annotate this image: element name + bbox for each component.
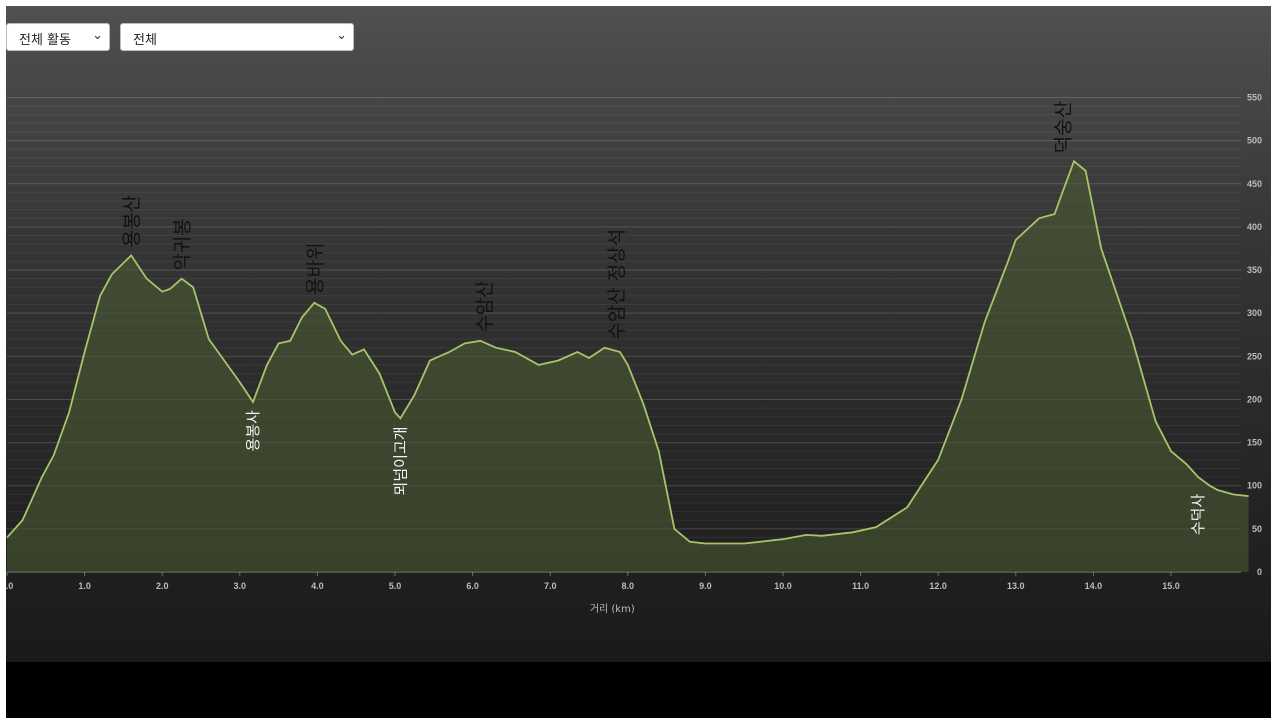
chart-frame: 전체 활동 ⌄ 전체 ⌄ 용봉산 악귀봉 용바위 수암산 수암산 정상석 덕숭산 용봉사 뫼넘… <box>6 6 1271 718</box>
y-axis-ticks: 0 50 100 150 200 250 300 350 400 450 500 550 <box>1247 93 1262 578</box>
y-tick-label: 200 <box>1247 394 1262 404</box>
x-tick-label: 13.0 <box>1007 581 1025 591</box>
x-tick-label: 12.0 <box>929 581 947 591</box>
valley-label: 용봉사 <box>244 410 262 452</box>
y-tick-label: 550 <box>1247 93 1262 103</box>
peak-label: 덕숭산 <box>1052 101 1074 153</box>
x-axis-ticks: 0.0 1.0 2.0 3.0 4.0 5.0 6.0 7.0 8.0 9.0 10.0 11.0 12… <box>6 572 1180 591</box>
peak-label: 용봉산 <box>121 195 143 247</box>
y-tick-label: 400 <box>1247 222 1262 232</box>
peak-label: 수암산 정상석 <box>606 229 628 340</box>
peak-label: 수암산 <box>474 280 496 332</box>
x-tick-label: 2.0 <box>156 581 169 591</box>
y-tick-label: 150 <box>1247 438 1262 448</box>
y-tick-label: 450 <box>1247 179 1262 189</box>
x-tick-label: 7.0 <box>544 581 557 591</box>
x-tick-label: 9.0 <box>699 581 712 591</box>
peak-label: 용바위 <box>304 242 326 294</box>
x-axis-title: 거리 (km) <box>590 603 635 615</box>
x-tick-label: 10.0 <box>774 581 792 591</box>
x-tick-label: 8.0 <box>622 581 635 591</box>
x-tick-label: 0.0 <box>6 581 13 591</box>
y-tick-label: 350 <box>1247 265 1262 275</box>
x-tick-label: 5.0 <box>389 581 402 591</box>
valley-label: 수덕사 <box>1189 494 1207 536</box>
y-tick-label: 500 <box>1247 136 1262 146</box>
x-tick-label: 15.0 <box>1162 581 1180 591</box>
peak-label: 악귀봉 <box>172 218 194 270</box>
x-tick-label: 1.0 <box>78 581 91 591</box>
elevation-chart: 용봉산 악귀봉 용바위수암산 수암산 정상석 덕숭산용봉사 뫼넘이고개수덕사 0.0 1.0… <box>6 93 1262 616</box>
y-tick-label: 50 <box>1252 524 1262 534</box>
x-tick-label: 3.0 <box>234 581 247 591</box>
y-tick-label: 300 <box>1247 308 1262 318</box>
x-tick-label: 4.0 <box>311 581 324 591</box>
y-tick-label: 250 <box>1247 351 1262 361</box>
valley-label: 뫼넘이고개 <box>391 426 409 495</box>
x-tick-label: 11.0 <box>852 581 869 591</box>
y-tick-label: 100 <box>1247 481 1262 491</box>
y-tick-label: 0 <box>1257 567 1262 577</box>
x-tick-label: 14.0 <box>1085 581 1103 591</box>
bottom-strip <box>6 662 1271 718</box>
x-tick-label: 6.0 <box>466 581 479 591</box>
